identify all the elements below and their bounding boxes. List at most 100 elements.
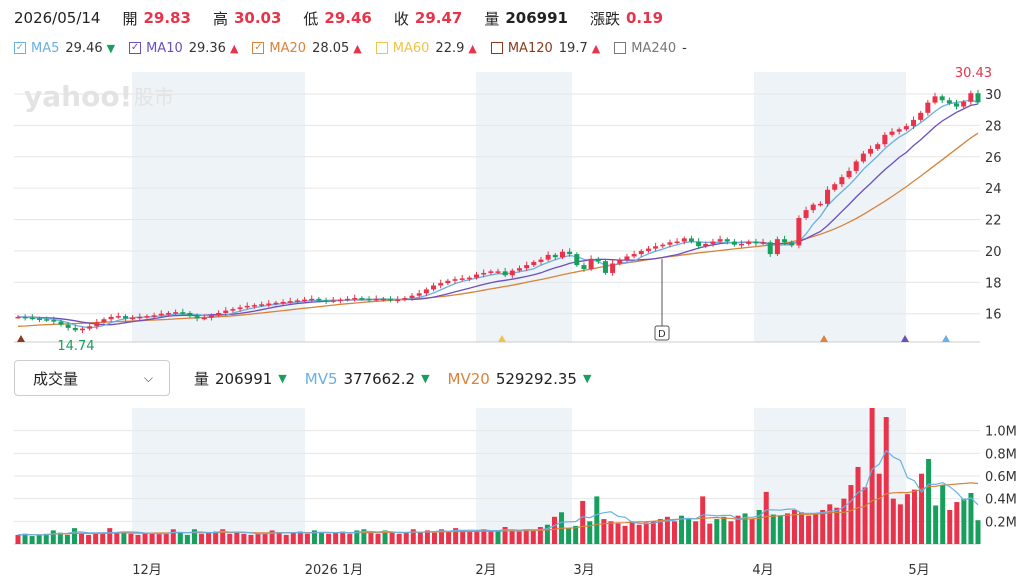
candle-body xyxy=(774,239,780,255)
candle-body xyxy=(731,241,737,245)
volume-bar xyxy=(156,532,162,544)
candle-body xyxy=(681,238,687,242)
candle-body xyxy=(323,300,329,302)
candle-body xyxy=(94,322,100,327)
ma-legend-item-ma10[interactable]: ✓ MA10 29.36 ▲ xyxy=(129,41,238,56)
candle-body xyxy=(395,299,401,302)
candle-body xyxy=(65,324,71,328)
x-tick-label: 3月 xyxy=(573,563,594,578)
candle-body xyxy=(516,268,522,271)
candle-body xyxy=(259,304,265,306)
candle-body xyxy=(216,312,222,316)
y-tick-label: 18 xyxy=(985,276,1002,291)
volume-label: 量 xyxy=(484,9,500,28)
checkbox-checked-icon[interactable]: ✓ xyxy=(129,42,142,54)
volume-bar xyxy=(276,532,282,544)
candle-body xyxy=(717,239,723,242)
volume-bar xyxy=(940,485,946,544)
indicator-dropdown[interactable]: 成交量 ⌵ xyxy=(14,360,170,396)
candle-body xyxy=(36,318,42,320)
chevron-down-icon: ⌵ xyxy=(143,371,153,385)
checkbox-checked-icon[interactable]: ✓ xyxy=(252,42,265,54)
volume-chart[interactable]: 0.2M 0.4M 0.6M 0.8M 1.0M 12月 2026 1月 2月 3月 4月 5月 xyxy=(0,400,1022,581)
volume-bar xyxy=(784,513,790,544)
candle-body xyxy=(502,271,508,276)
volume-bar xyxy=(862,487,868,544)
ma-legend-item-ma120[interactable]: MA120 19.7 ▲ xyxy=(490,41,600,56)
volume-bar xyxy=(799,512,805,544)
candle-body xyxy=(574,254,580,266)
volume-bar xyxy=(163,533,169,544)
ma-legend-name: MA20 xyxy=(269,40,307,56)
candle-body xyxy=(87,326,93,329)
volume-bar xyxy=(869,408,875,544)
up-triangle-icon: ▲ xyxy=(353,41,362,55)
volume-bar xyxy=(516,531,522,544)
candle-body xyxy=(796,217,802,246)
ma-legend-item-ma5[interactable]: ✓ MA5 29.46 ▼ xyxy=(14,41,115,56)
ma-legend-name: MA60 xyxy=(392,40,430,56)
y-tick-label: 0.4M xyxy=(985,493,1017,508)
volume-bar xyxy=(319,532,325,544)
candle-body xyxy=(373,298,379,301)
candle-body xyxy=(602,261,608,273)
candle-body xyxy=(688,238,694,242)
ma-legend-name: MA10 xyxy=(146,40,183,56)
candle-body xyxy=(853,161,859,171)
volume-legend-label: 量 xyxy=(194,370,210,388)
candle-body xyxy=(380,298,386,301)
candle-body xyxy=(144,316,150,318)
candle-body xyxy=(72,327,78,331)
ma-legend-item-ma20[interactable]: ✓ MA20 28.05 ▲ xyxy=(252,40,362,56)
down-triangle-icon: ▼ xyxy=(278,372,287,385)
volume-bar xyxy=(107,528,113,544)
high-value: 30.03 xyxy=(233,9,282,27)
candle-body xyxy=(309,298,315,301)
candle-body xyxy=(581,265,587,270)
open-label: 開 xyxy=(122,9,138,28)
price-chart[interactable]: 16 18 20 22 24 26 28 30 yahoo! 股市 30.43 14.74 D xyxy=(0,60,1022,350)
event-triangle-icon xyxy=(942,335,950,342)
candle-body xyxy=(431,285,437,290)
volume-bar xyxy=(22,533,28,544)
ma-legend-item-ma60[interactable]: MA60 22.9 ▲ xyxy=(375,40,477,56)
volume-bar xyxy=(184,534,190,544)
candle-body xyxy=(237,307,243,310)
y-tick-label: 0.6M xyxy=(985,470,1017,485)
ma-legend-item-ma240[interactable]: MA240- xyxy=(614,41,691,56)
candle-body xyxy=(352,298,358,300)
checkbox-icon[interactable] xyxy=(614,42,627,54)
candle-body xyxy=(617,259,623,264)
ma-legend-name: MA240 xyxy=(631,40,677,56)
candle-body xyxy=(466,277,472,280)
candle-body xyxy=(223,310,229,313)
candle-body xyxy=(316,298,322,301)
volume-bar xyxy=(876,473,882,544)
checkbox-icon[interactable] xyxy=(375,42,388,54)
volume-bar xyxy=(883,417,889,544)
volume-bar xyxy=(488,531,494,544)
volume-bar xyxy=(587,521,593,544)
candle-body xyxy=(918,112,924,120)
candle-body xyxy=(208,315,214,318)
candle-body xyxy=(782,239,788,243)
candle-body xyxy=(954,103,960,107)
volume-bar xyxy=(255,533,261,544)
candle-body xyxy=(595,258,601,262)
ma-legend-value: 29.36 xyxy=(188,40,226,56)
low-label: 低 xyxy=(303,9,319,28)
volume-bar xyxy=(71,528,77,544)
candle-body xyxy=(739,243,745,246)
candle-body xyxy=(165,312,171,315)
candle-body xyxy=(882,134,888,145)
volume-bar xyxy=(968,493,974,544)
checkbox-icon[interactable] xyxy=(490,42,503,54)
volume-bar xyxy=(509,530,515,544)
checkbox-checked-icon[interactable]: ✓ xyxy=(14,42,26,54)
volume-bar xyxy=(601,519,607,544)
candle-body xyxy=(559,251,565,258)
candle-body xyxy=(445,280,451,284)
candle-body xyxy=(545,254,551,260)
candle-body xyxy=(868,148,874,154)
mv20-label: MV20 xyxy=(447,369,490,388)
